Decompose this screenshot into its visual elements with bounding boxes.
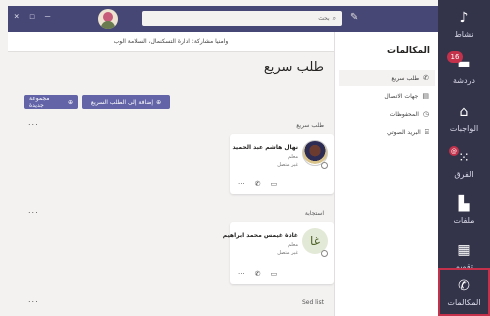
rail-item-label: ملفات	[453, 216, 475, 225]
call-icon[interactable]: ✆	[255, 180, 261, 188]
search-placeholder: بحث	[318, 15, 330, 22]
add-speed-dial-label: إضافة إلى الطلب السريع	[90, 98, 154, 106]
card-actions: ··· ✆ ▭	[238, 180, 277, 188]
page-title: طلب سريع	[263, 60, 324, 75]
subnav-item-history[interactable]: ◷ المحفوظات	[339, 106, 435, 122]
rail-item-chat[interactable]: ▬ 16 دردشة	[438, 46, 490, 94]
more-options-icon[interactable]: ···	[238, 180, 245, 188]
video-call-icon[interactable]: ▭	[271, 180, 278, 188]
section-more-button[interactable]: ...	[28, 295, 39, 304]
mention-badge: @	[449, 146, 459, 156]
calls-subnav: المكالمات ✆ طلب سريع ▤ جهات الاتصال ◷ ال…	[334, 32, 438, 316]
files-icon: ▙	[458, 196, 470, 212]
section-more-button[interactable]: ...	[28, 118, 39, 127]
bell-icon: ♪	[459, 10, 469, 26]
card-actions: ··· ✆ ▭	[238, 270, 277, 278]
contact-status: غير متصل	[277, 250, 298, 256]
rail-item-label: دردشة	[453, 76, 475, 85]
group-icon: ⊕	[67, 98, 73, 106]
add-speed-dial-button[interactable]: إضافة إلى الطلب السريع ⊕	[82, 95, 170, 109]
subnav-item-label: طلب سريع	[391, 74, 420, 82]
section-label: استجابة	[304, 210, 324, 217]
banner: وامنيا مشاركة: ادارة التسكنمال، السلامة …	[8, 32, 334, 52]
rail-item-files[interactable]: ▙ ملفات	[438, 186, 490, 234]
contact-card[interactable]: غا غادة غيمس محمد ابراهيم معلم غير متصل …	[223, 222, 334, 284]
section-label: طلب سريع	[296, 122, 324, 129]
close-window-button[interactable]: ×	[14, 12, 19, 22]
new-group-label: مجموعة جديدة	[29, 95, 50, 109]
avatar-initials: غا	[310, 234, 320, 248]
voicemail-icon: ⌸	[424, 127, 429, 136]
calendar-icon: ▦	[457, 242, 471, 258]
app-rail: ♪ نشاط ▬ 16 دردشة ⌂ الواجبات ⁙ @ الفرق ▙…	[438, 0, 490, 316]
subnav-item-label: المحفوظات	[389, 110, 419, 118]
minimize-window-button[interactable]: –	[45, 12, 50, 22]
assignments-icon: ⌂	[459, 104, 469, 120]
subnav-title: المكالمات	[387, 46, 430, 56]
subnav-item-contacts[interactable]: ▤ جهات الاتصال	[339, 88, 435, 104]
history-icon: ◷	[422, 110, 429, 118]
rail-item-label: نشاط	[454, 30, 474, 39]
contacts-icon: ▤	[422, 92, 429, 100]
banner-text: وامنيا مشاركة: ادارة التسكنمال، السلامة …	[113, 38, 229, 45]
teams-window: × ☐ – بحث ⌕ ✎ وامنيا مشاركة: ادارة التسك…	[0, 0, 490, 316]
more-options-icon[interactable]: ···	[238, 270, 245, 278]
contact-status: غير متصل	[277, 162, 298, 168]
rail-item-label: المكالمات	[447, 298, 481, 307]
contact-name: نهال هاشم عبد الحميد	[232, 144, 298, 151]
unread-badge: 16	[447, 51, 463, 63]
compose-icon[interactable]: ✎	[350, 12, 362, 24]
subnav-item-speed-dial[interactable]: ✆ طلب سريع	[339, 70, 435, 86]
phone-icon: ✆	[458, 278, 470, 294]
add-person-icon: ⊕	[156, 98, 162, 106]
section-label: Sed list	[301, 299, 324, 306]
rail-item-teams[interactable]: ⁙ @ الفرق	[438, 140, 490, 188]
rail-item-activity[interactable]: ♪ نشاط	[438, 0, 490, 48]
maximize-window-button[interactable]: ☐	[29, 12, 34, 22]
section-more-button[interactable]: ...	[28, 206, 39, 215]
contact-role: معلم	[287, 154, 298, 160]
window-controls: × ☐ –	[14, 12, 50, 22]
phone-icon: ✆	[423, 74, 429, 82]
video-call-icon[interactable]: ▭	[271, 270, 278, 278]
search-icon: ⌕	[332, 14, 336, 22]
search-input[interactable]: بحث ⌕	[142, 11, 342, 26]
contact-name: غادة غيمس محمد ابراهيم	[222, 232, 298, 239]
status-offline-icon	[321, 250, 328, 257]
subnav-item-voicemail[interactable]: ⌸ البريد الصوتي	[339, 124, 435, 140]
rail-item-calls[interactable]: ✆ المكالمات	[438, 268, 490, 316]
subnav-item-label: جهات الاتصال	[384, 92, 419, 100]
rail-item-label: الفرق	[454, 170, 474, 179]
title-bar: × ☐ – بحث ⌕ ✎	[8, 6, 438, 32]
subnav-item-label: البريد الصوتي	[386, 128, 421, 136]
chat-icon: ▬ 16	[447, 51, 473, 73]
contact-card[interactable]: نهال هاشم عبد الحميد معلم غير متصل ··· ✆…	[230, 134, 334, 194]
rail-item-assignments[interactable]: ⌂ الواجبات	[438, 94, 490, 142]
new-group-button[interactable]: مجموعة جديدة ⊕	[24, 95, 78, 109]
rail-item-label: الواجبات	[449, 124, 479, 133]
teams-icon: ⁙ @	[449, 146, 470, 166]
profile-avatar[interactable]	[98, 9, 118, 29]
call-icon[interactable]: ✆	[255, 270, 261, 278]
contact-role: معلم	[287, 242, 298, 248]
status-offline-icon	[321, 162, 328, 169]
